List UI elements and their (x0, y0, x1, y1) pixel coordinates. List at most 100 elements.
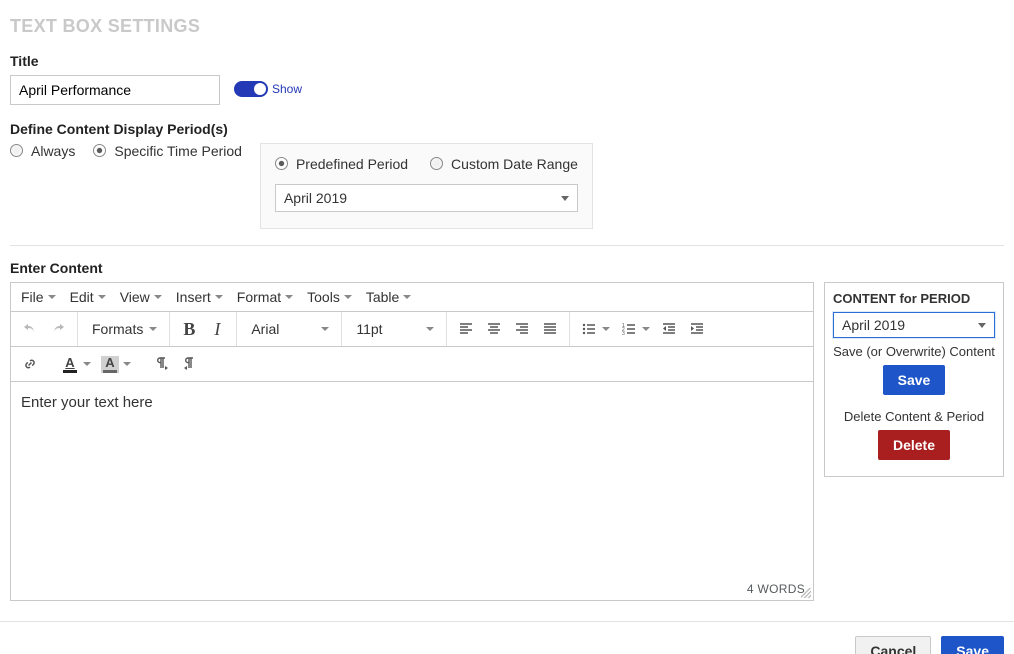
radio-predefined-marker (275, 157, 288, 170)
cancel-button[interactable]: Cancel (855, 636, 931, 654)
period-subbox: Predefined Period Custom Date Range Apri… (260, 143, 593, 229)
menu-edit[interactable]: Edit (70, 289, 106, 305)
chevron-down-icon (602, 327, 610, 331)
radio-always-label: Always (31, 143, 75, 159)
chevron-down-icon (215, 295, 223, 299)
link-button[interactable] (17, 351, 43, 377)
editor-toolbar-2: A A (11, 347, 813, 382)
title-input[interactable] (10, 75, 220, 105)
menu-tools-label: Tools (307, 289, 340, 305)
menu-view[interactable]: View (120, 289, 162, 305)
highlight-icon: A (101, 356, 119, 373)
formats-select[interactable]: Formats (84, 316, 163, 342)
show-toggle[interactable] (234, 81, 268, 97)
page-title: TEXT BOX SETTINGS (10, 16, 1004, 37)
menu-view-label: View (120, 289, 150, 305)
word-count: 4 WORDS (747, 582, 805, 596)
menu-format[interactable]: Format (237, 289, 293, 305)
font-family-select[interactable]: Arial (243, 316, 335, 342)
footer: Cancel Save (0, 621, 1014, 654)
chevron-down-icon (285, 295, 293, 299)
rtl-button[interactable] (177, 351, 203, 377)
save-content-label: Save (or Overwrite) Content (833, 344, 995, 359)
editor-status-bar: 4 WORDS (11, 578, 813, 600)
indent-button[interactable] (684, 316, 710, 342)
radio-specific[interactable]: Specific Time Period (93, 143, 242, 159)
bold-button[interactable]: B (176, 316, 202, 342)
chevron-down-icon (154, 295, 162, 299)
save-button[interactable]: Save (941, 636, 1004, 654)
redo-icon (50, 321, 66, 337)
ltr-icon (154, 356, 170, 372)
predefined-period-value: April 2019 (284, 190, 347, 206)
menu-table[interactable]: Table (366, 289, 411, 305)
content-period-value: April 2019 (842, 317, 905, 333)
menu-format-label: Format (237, 289, 281, 305)
radio-predefined-label: Predefined Period (296, 156, 408, 172)
font-size-select[interactable]: 11pt (348, 316, 440, 342)
rich-text-editor: File Edit View Insert Format Tools Table (10, 282, 814, 601)
content-period-title: CONTENT for PERIOD (833, 291, 995, 306)
content-period-panel: CONTENT for PERIOD April 2019 Save (or O… (824, 282, 1004, 477)
menu-tools[interactable]: Tools (307, 289, 352, 305)
chevron-down-icon (403, 295, 411, 299)
editor-body[interactable]: Enter your text here (11, 382, 813, 578)
redo-button[interactable] (45, 316, 71, 342)
menu-file-label: File (21, 289, 44, 305)
menu-file[interactable]: File (21, 289, 56, 305)
text-color-icon: A (63, 356, 77, 373)
editor-toolbar-1: Formats B I Arial (11, 311, 813, 347)
ltr-button[interactable] (149, 351, 175, 377)
radio-custom[interactable]: Custom Date Range (430, 156, 578, 172)
divider (10, 245, 1004, 246)
text-color-button[interactable]: A (57, 351, 83, 377)
radio-custom-label: Custom Date Range (451, 156, 578, 172)
delete-content-label: Delete Content & Period (833, 409, 995, 424)
align-justify-button[interactable] (537, 316, 563, 342)
save-content-button[interactable]: Save (883, 365, 946, 395)
editor-menubar: File Edit View Insert Format Tools Table (11, 283, 813, 311)
font-size-value: 11pt (356, 321, 382, 337)
svg-text:3: 3 (622, 331, 625, 337)
editor-placeholder: Enter your text here (21, 394, 153, 411)
menu-table-label: Table (366, 289, 399, 305)
rtl-icon (182, 356, 198, 372)
period-label: Define Content Display Period(s) (10, 121, 1004, 137)
radio-predefined[interactable]: Predefined Period (275, 156, 408, 172)
bullet-list-icon (581, 321, 597, 337)
align-left-button[interactable] (453, 316, 479, 342)
chevron-down-icon (149, 327, 157, 331)
menu-edit-label: Edit (70, 289, 94, 305)
radio-specific-marker (93, 144, 106, 157)
menu-insert-label: Insert (176, 289, 211, 305)
outdent-icon (661, 321, 677, 337)
editor-label: Enter Content (10, 260, 1004, 276)
number-list-button[interactable]: 123 (616, 316, 642, 342)
radio-always[interactable]: Always (10, 143, 75, 159)
italic-button[interactable]: I (204, 316, 230, 342)
chevron-down-icon (83, 362, 91, 366)
delete-content-button[interactable]: Delete (878, 430, 950, 460)
chevron-down-icon (321, 327, 329, 331)
chevron-down-icon (642, 327, 650, 331)
content-period-select[interactable]: April 2019 (833, 312, 995, 338)
align-center-button[interactable] (481, 316, 507, 342)
chevron-down-icon (123, 362, 131, 366)
radio-always-marker (10, 144, 23, 157)
predefined-period-select[interactable]: April 2019 (275, 184, 578, 212)
align-right-icon (514, 321, 530, 337)
title-label: Title (10, 53, 220, 69)
radio-custom-marker (430, 157, 443, 170)
resize-handle[interactable] (801, 588, 811, 598)
bullet-list-button[interactable] (576, 316, 602, 342)
align-center-icon (486, 321, 502, 337)
chevron-down-icon (426, 327, 434, 331)
menu-insert[interactable]: Insert (176, 289, 223, 305)
outdent-button[interactable] (656, 316, 682, 342)
undo-button[interactable] (17, 316, 43, 342)
highlight-color-button[interactable]: A (97, 351, 123, 377)
align-right-button[interactable] (509, 316, 535, 342)
show-toggle-label: Show (272, 82, 302, 96)
undo-icon (22, 321, 38, 337)
chevron-down-icon (48, 295, 56, 299)
